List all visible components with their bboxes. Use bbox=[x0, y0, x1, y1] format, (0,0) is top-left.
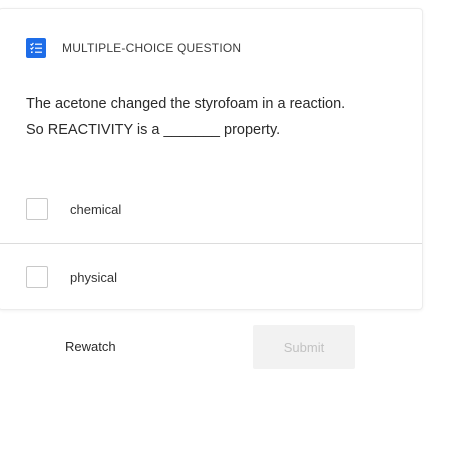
question-text-line-2: So REACTIVITY is a _______ property. bbox=[26, 122, 281, 138]
rewatch-button[interactable]: Rewatch bbox=[65, 339, 116, 354]
option-label: chemical bbox=[70, 201, 122, 217]
option-checkbox[interactable] bbox=[26, 266, 48, 288]
question-text: The acetone changed the styrofoam in a r… bbox=[26, 91, 406, 143]
question-type-label: MULTIPLE-CHOICE QUESTION bbox=[62, 41, 242, 55]
option-label: physical bbox=[70, 269, 117, 285]
question-header: MULTIPLE-CHOICE QUESTION bbox=[26, 38, 241, 58]
option-physical[interactable]: physical bbox=[0, 243, 422, 311]
option-checkbox[interactable] bbox=[26, 198, 48, 220]
option-chemical[interactable]: chemical bbox=[0, 175, 422, 244]
question-text-line-1: The acetone changed the styrofoam in a r… bbox=[26, 96, 346, 112]
question-card: MULTIPLE-CHOICE QUESTION The acetone cha… bbox=[0, 8, 423, 310]
checklist-icon bbox=[26, 38, 46, 58]
submit-button[interactable]: Submit bbox=[253, 325, 355, 369]
